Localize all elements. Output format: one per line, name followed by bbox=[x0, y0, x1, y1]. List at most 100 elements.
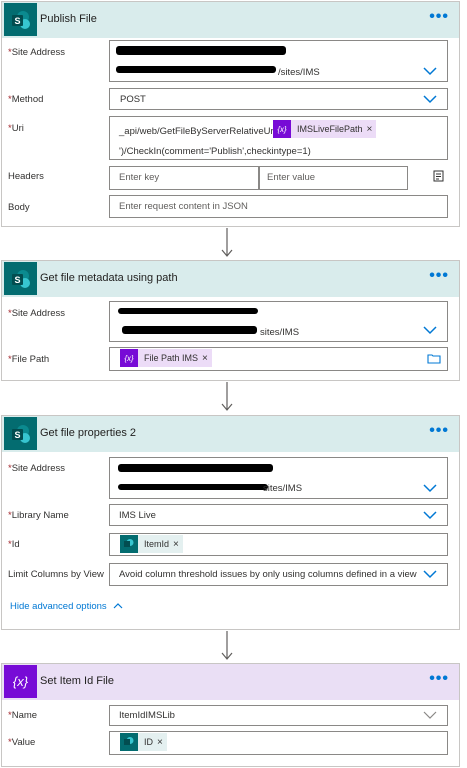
site-address-field[interactable]: sites/IMS bbox=[109, 301, 448, 342]
file-path-label: *File Path bbox=[8, 354, 49, 365]
label-text: Id bbox=[11, 539, 20, 550]
library-name-value: IMS Live bbox=[119, 510, 156, 521]
label-text: Method bbox=[11, 94, 44, 105]
file-path-field[interactable]: {x} File Path IMS × bbox=[109, 347, 448, 371]
file-path-token[interactable]: {x} File Path IMS × bbox=[120, 349, 212, 367]
sharepoint-icon: S bbox=[4, 417, 37, 450]
card-title[interactable]: Get file metadata using path bbox=[40, 272, 178, 284]
card-header[interactable]: S Publish File ••• bbox=[2, 2, 459, 38]
folder-icon[interactable] bbox=[427, 353, 441, 364]
method-dropdown[interactable]: POST bbox=[109, 88, 448, 110]
uri-token[interactable]: {x} IMSLiveFilePath × bbox=[273, 120, 377, 138]
label-text: Site Address bbox=[11, 308, 66, 319]
uri-field[interactable]: _api/web/GetFileByServerRelativeUrl(' {x… bbox=[109, 116, 448, 160]
more-icon[interactable]: ••• bbox=[429, 267, 449, 285]
label-text: Library Name bbox=[11, 510, 69, 521]
label-text: Uri bbox=[11, 123, 24, 134]
sharepoint-icon: S bbox=[4, 3, 37, 36]
site-address-value: /sites/IMS bbox=[278, 67, 320, 78]
site-address-label: *Site Address bbox=[8, 308, 65, 319]
close-icon[interactable]: × bbox=[173, 539, 183, 550]
chevron-down-icon[interactable] bbox=[423, 711, 437, 720]
header-value-input[interactable]: Enter value bbox=[259, 166, 408, 190]
card-header[interactable]: S Get file metadata using path ••• bbox=[2, 261, 459, 297]
svg-text:S: S bbox=[14, 16, 20, 26]
value-field[interactable]: ID × bbox=[109, 731, 448, 755]
limit-columns-value: Avoid column threshold issues by only us… bbox=[119, 569, 417, 580]
switch-to-text-mode-icon[interactable] bbox=[432, 169, 446, 183]
card-header[interactable]: {x} Set Item Id File ••• bbox=[2, 664, 459, 700]
chevron-down-icon[interactable] bbox=[423, 511, 437, 520]
site-address-field[interactable]: /sites/IMS bbox=[109, 40, 448, 82]
redacted-text bbox=[116, 66, 276, 73]
id-field[interactable]: ItemId × bbox=[109, 533, 448, 556]
site-address-value: sites/IMS bbox=[260, 327, 300, 338]
close-icon[interactable]: × bbox=[202, 353, 212, 364]
token-label: ID bbox=[144, 737, 153, 747]
hide-advanced-options-link[interactable]: Hide advanced options bbox=[10, 601, 123, 612]
chevron-up-icon bbox=[113, 603, 123, 609]
label-text: File Path bbox=[11, 354, 50, 365]
chevron-down-icon[interactable] bbox=[423, 67, 437, 76]
headers-label: Headers bbox=[8, 171, 44, 182]
redacted-text bbox=[118, 308, 258, 314]
redacted-text bbox=[118, 464, 273, 472]
name-dropdown[interactable]: ItemIdIMSLib bbox=[109, 705, 448, 726]
action-card-get-file-properties: S Get file properties 2 ••• *Site Addres… bbox=[1, 415, 460, 630]
close-icon[interactable]: × bbox=[157, 737, 167, 748]
method-label: *Method bbox=[8, 94, 43, 105]
action-card-set-variable: {x} Set Item Id File ••• *Name ItemIdIMS… bbox=[1, 663, 460, 767]
limit-columns-dropdown[interactable]: Avoid column threshold issues by only us… bbox=[109, 563, 448, 586]
redacted-text bbox=[122, 326, 257, 334]
chevron-down-icon[interactable] bbox=[423, 326, 437, 335]
limit-columns-label: Limit Columns by View bbox=[8, 569, 104, 580]
body-input[interactable]: Enter request content in JSON bbox=[109, 195, 448, 218]
token-label: ItemId bbox=[144, 539, 170, 549]
svg-text:S: S bbox=[14, 275, 20, 285]
action-card-get-file-metadata: S Get file metadata using path ••• *Site… bbox=[1, 260, 460, 381]
close-icon[interactable]: × bbox=[367, 124, 377, 135]
id-label: *Id bbox=[8, 539, 20, 550]
more-icon[interactable]: ••• bbox=[429, 8, 449, 26]
redacted-text bbox=[118, 484, 268, 490]
id-token[interactable]: ItemId × bbox=[120, 535, 183, 553]
chevron-down-icon[interactable] bbox=[423, 570, 437, 579]
arrow-down-icon bbox=[221, 382, 233, 411]
sharepoint-icon bbox=[120, 535, 138, 553]
value-placeholder: Enter value bbox=[267, 172, 316, 183]
sharepoint-icon bbox=[120, 733, 138, 751]
action-card-publish-file: S Publish File ••• *Site Address /sites/… bbox=[1, 1, 460, 227]
svg-text:S: S bbox=[14, 430, 20, 440]
site-address-field[interactable]: sites/IMS bbox=[109, 457, 448, 499]
header-key-input[interactable]: Enter key bbox=[109, 166, 259, 190]
variable-glyph: {x} bbox=[12, 674, 29, 689]
name-label: *Name bbox=[8, 710, 37, 721]
token-label: IMSLiveFilePath bbox=[297, 124, 363, 134]
card-header[interactable]: S Get file properties 2 ••• bbox=[2, 416, 459, 452]
variable-icon: {x} bbox=[4, 665, 37, 698]
uri-text-line1: _api/web/GetFileByServerRelativeUrl(' bbox=[119, 126, 281, 137]
more-icon[interactable]: ••• bbox=[429, 422, 449, 440]
label-text: Site Address bbox=[11, 47, 66, 58]
library-name-dropdown[interactable]: IMS Live bbox=[109, 504, 448, 526]
method-value: POST bbox=[120, 94, 146, 105]
redacted-text bbox=[116, 46, 286, 55]
key-placeholder: Enter key bbox=[119, 172, 160, 183]
card-title[interactable]: Publish File bbox=[40, 13, 97, 25]
site-address-label: *Site Address bbox=[8, 463, 65, 474]
uri-label: *Uri bbox=[8, 123, 24, 134]
more-icon[interactable]: ••• bbox=[429, 670, 449, 688]
arrow-down-icon bbox=[221, 228, 233, 257]
library-name-label: *Library Name bbox=[8, 510, 69, 521]
variable-icon: {x} bbox=[120, 349, 138, 367]
label-text: Name bbox=[11, 710, 38, 721]
card-title[interactable]: Set Item Id File bbox=[40, 675, 114, 687]
chevron-down-icon[interactable] bbox=[423, 95, 437, 104]
link-text: Hide advanced options bbox=[10, 601, 107, 612]
chevron-down-icon[interactable] bbox=[423, 484, 437, 493]
value-token[interactable]: ID × bbox=[120, 733, 167, 751]
uri-text-line2: ')/CheckIn(comment='Publish',checkintype… bbox=[119, 146, 311, 157]
site-address-label: *Site Address bbox=[8, 47, 65, 58]
body-label: Body bbox=[8, 202, 30, 213]
card-title[interactable]: Get file properties 2 bbox=[40, 427, 136, 439]
